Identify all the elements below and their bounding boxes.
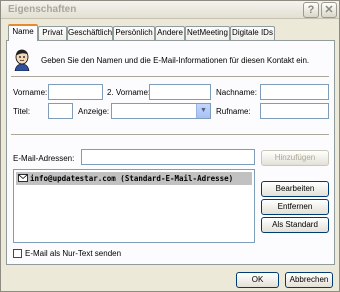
tab-andere[interactable]: Andere bbox=[155, 26, 185, 40]
titel-label: Titel: bbox=[13, 107, 31, 116]
email-address-text: info@updatestar.com (Standard-E-Mail-Adr… bbox=[30, 174, 234, 183]
anzeige-dropdown[interactable]: ▼ bbox=[111, 103, 211, 119]
tab-persoenlich[interactable]: Persönlich bbox=[113, 26, 155, 40]
email-label: E-Mail-Adressen: bbox=[13, 154, 75, 163]
email-list[interactable]: info@updatestar.com (Standard-E-Mail-Adr… bbox=[13, 169, 255, 243]
intro-text: Geben Sie den Namen und die E-Mail-Infor… bbox=[41, 56, 310, 65]
cancel-button[interactable]: Abbrechen bbox=[285, 272, 333, 288]
anzeige-label: Anzeige: bbox=[78, 107, 110, 116]
rufname-label: Rufname: bbox=[216, 107, 251, 116]
rufname-input[interactable] bbox=[260, 103, 329, 119]
vorname-label: Vorname: bbox=[13, 88, 48, 97]
tab-name[interactable]: Name bbox=[8, 24, 38, 41]
divider bbox=[11, 76, 329, 77]
close-button[interactable]: ✕ bbox=[321, 2, 337, 18]
properties-window: Eigenschaften ? ✕ Name Privat Geschäftli… bbox=[0, 0, 340, 292]
plain-text-checkbox[interactable] bbox=[13, 249, 22, 258]
ok-button[interactable]: OK bbox=[236, 272, 279, 288]
nachname-label: Nachname: bbox=[216, 88, 257, 97]
zweiter-vorname-label: 2. Vorname: bbox=[107, 88, 151, 97]
window-title: Eigenschaften bbox=[8, 4, 77, 15]
tab-netmeeting[interactable]: NetMeeting bbox=[185, 26, 230, 40]
zweiter-vorname-input[interactable] bbox=[149, 84, 211, 100]
set-default-button[interactable]: Als Standard bbox=[261, 217, 329, 233]
remove-button[interactable]: Entfernen bbox=[261, 199, 329, 215]
tab-geschaeftlich[interactable]: Geschäftlich bbox=[67, 26, 113, 40]
edit-button[interactable]: Bearbeiten bbox=[261, 181, 329, 197]
email-input[interactable] bbox=[81, 149, 255, 165]
title-bar: Eigenschaften ? ✕ bbox=[1, 1, 339, 19]
tab-digitale-ids[interactable]: Digitale IDs bbox=[230, 26, 275, 40]
divider bbox=[11, 134, 329, 135]
add-email-button[interactable]: Hinzufügen bbox=[261, 150, 329, 166]
vorname-input[interactable] bbox=[48, 84, 103, 100]
titel-input[interactable] bbox=[48, 103, 73, 119]
contact-person-icon bbox=[14, 49, 30, 71]
nachname-input[interactable] bbox=[260, 84, 329, 100]
list-item[interactable]: info@updatestar.com (Standard-E-Mail-Adr… bbox=[16, 172, 252, 185]
envelope-icon bbox=[18, 174, 28, 182]
plain-text-label: E-Mail als Nur-Text senden bbox=[25, 249, 122, 258]
tab-privat[interactable]: Privat bbox=[38, 26, 67, 40]
help-button[interactable]: ? bbox=[303, 2, 319, 18]
chevron-down-icon[interactable]: ▼ bbox=[196, 104, 210, 118]
